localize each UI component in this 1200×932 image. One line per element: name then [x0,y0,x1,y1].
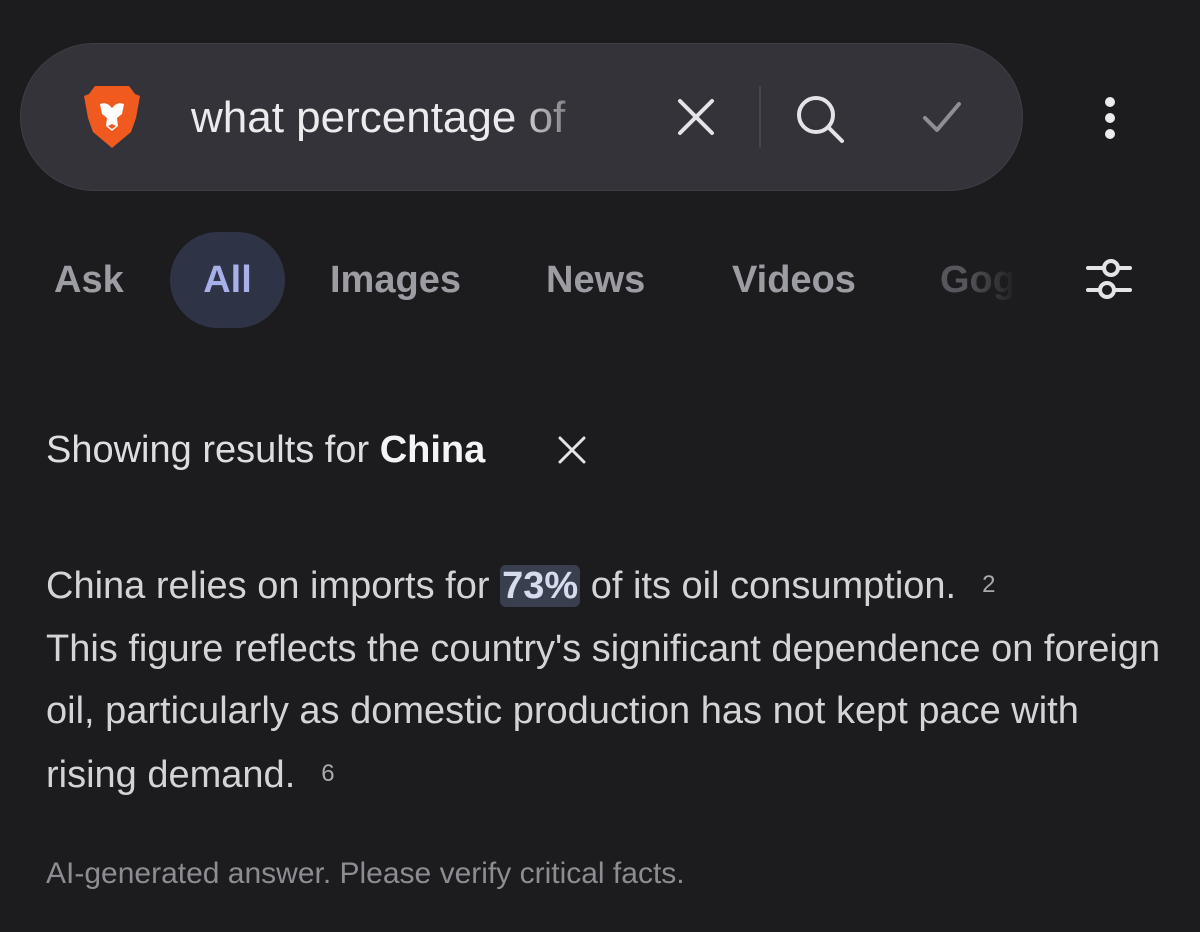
filter-sliders-icon[interactable] [1084,256,1134,304]
brave-lion-icon [84,86,140,148]
tab-all[interactable]: All [170,232,285,328]
answer-text-part2: of its oil consumption. [590,565,957,607]
close-icon[interactable] [671,92,721,142]
more-vertical-icon[interactable] [1090,94,1130,142]
search-results-page: what percentage of Ask All Images News V… [0,0,1200,932]
tab-images[interactable]: Images [330,232,461,328]
tab-ask[interactable]: Ask [54,232,124,328]
search-query-text[interactable]: what percentage of [191,88,601,148]
tab-goggles[interactable]: Goggles [940,232,1012,328]
search-bar-divider [759,86,761,148]
highlighted-figure: 73% [500,565,581,607]
answer-text-part1: China relies on imports for [46,565,490,607]
answer-text-part3: This figure reflects the country's signi… [46,627,1161,796]
close-icon[interactable] [556,434,588,466]
citation-badge[interactable]: 6 [321,760,334,787]
check-icon[interactable] [919,94,965,140]
tab-news[interactable]: News [546,232,645,328]
citation-badge[interactable]: 2 [982,571,995,598]
tab-videos[interactable]: Videos [732,232,856,328]
showing-results-notice: Showing results for China [46,424,485,476]
search-bar[interactable]: what percentage of [20,43,1023,191]
ai-disclaimer: AI-generated answer. Please verify criti… [46,857,685,890]
ai-answer-text: China relies on imports for 73% of its o… [46,554,1166,806]
corrected-term-link[interactable]: China [380,429,486,471]
search-icon[interactable] [793,92,847,146]
showing-results-prefix: Showing results for [46,429,370,471]
